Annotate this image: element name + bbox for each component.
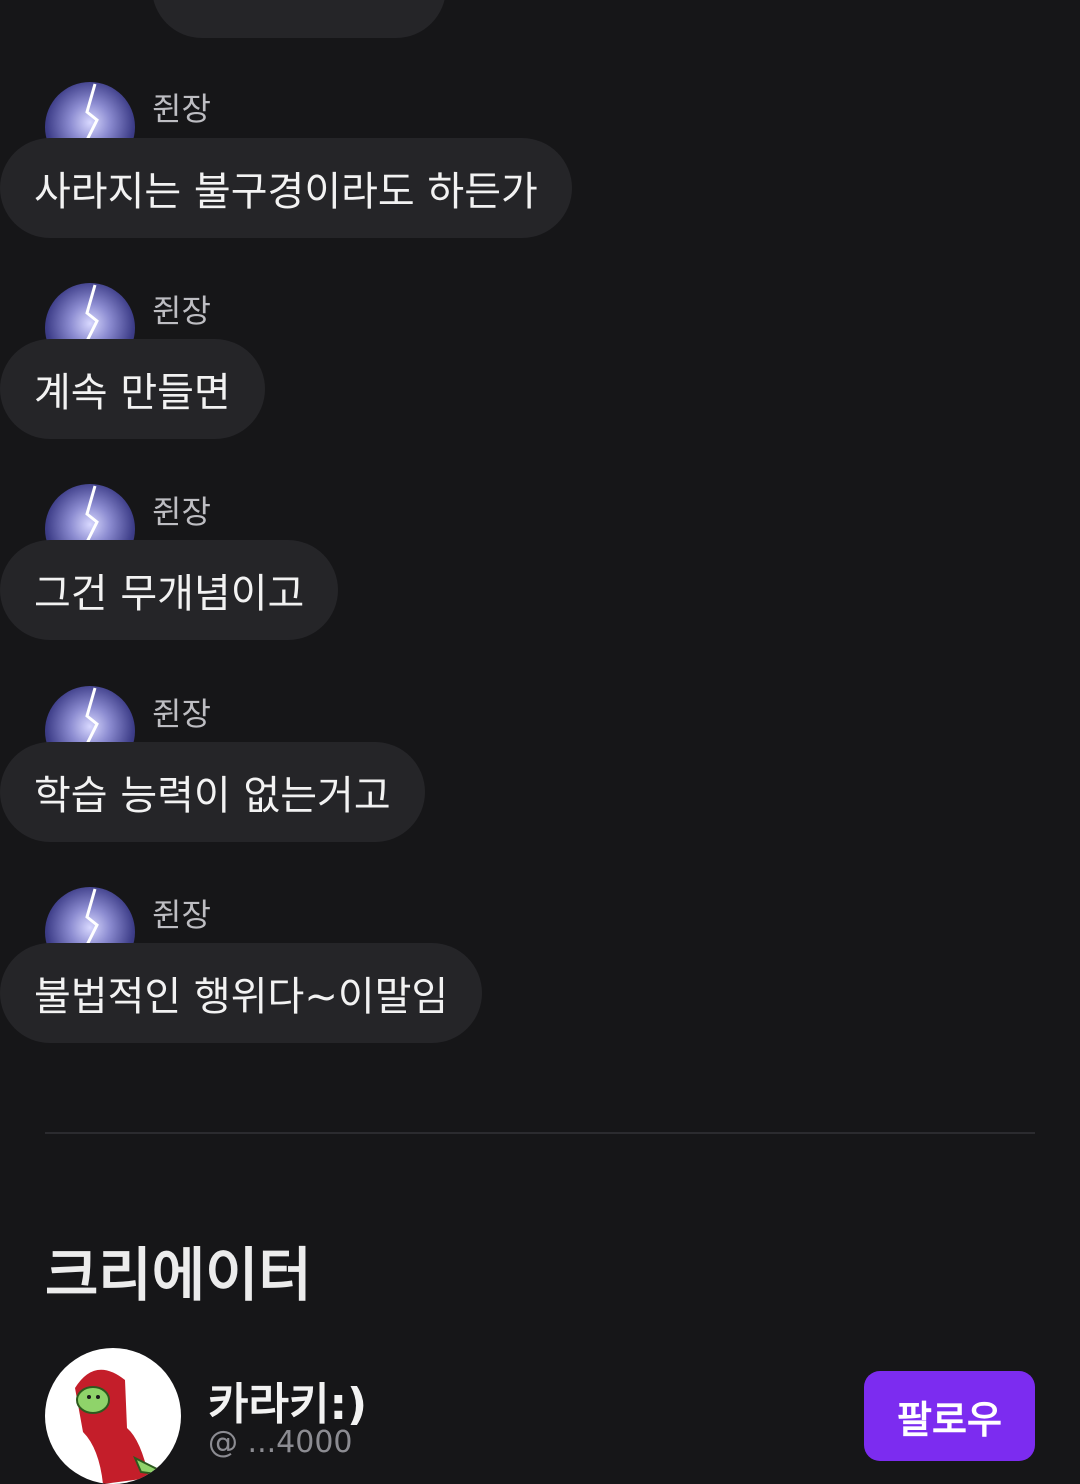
creator-handle: @ ...4000: [208, 1425, 353, 1460]
sender-name: 쥔장: [152, 90, 211, 128]
message-bubble[interactable]: 사라지는 불구경이라도 하든가: [0, 138, 572, 238]
creator-avatar[interactable]: [45, 1348, 181, 1484]
creator-name[interactable]: 카라키:): [208, 1368, 367, 1432]
sender-name: 쥔장: [152, 896, 211, 934]
sender-name: 쥔장: [152, 695, 211, 733]
partial-message-bubble: [152, 0, 446, 38]
dinosaur-character-icon: [75, 1369, 172, 1484]
message-bubble[interactable]: 그건 무개념이고: [0, 540, 339, 640]
section-divider: [45, 1132, 1035, 1134]
message-bubble[interactable]: 학습 능력이 없는거고: [0, 742, 425, 842]
message-bubble[interactable]: 계속 만들면: [0, 339, 265, 439]
follow-button[interactable]: 팔로우: [864, 1371, 1035, 1461]
sender-name: 쥔장: [152, 493, 211, 531]
sender-name: 쥔장: [152, 292, 211, 330]
message-bubble[interactable]: 불법적인 행위다~이말임: [0, 943, 483, 1043]
creators-section-title: 크리에이터: [45, 1241, 312, 1309]
